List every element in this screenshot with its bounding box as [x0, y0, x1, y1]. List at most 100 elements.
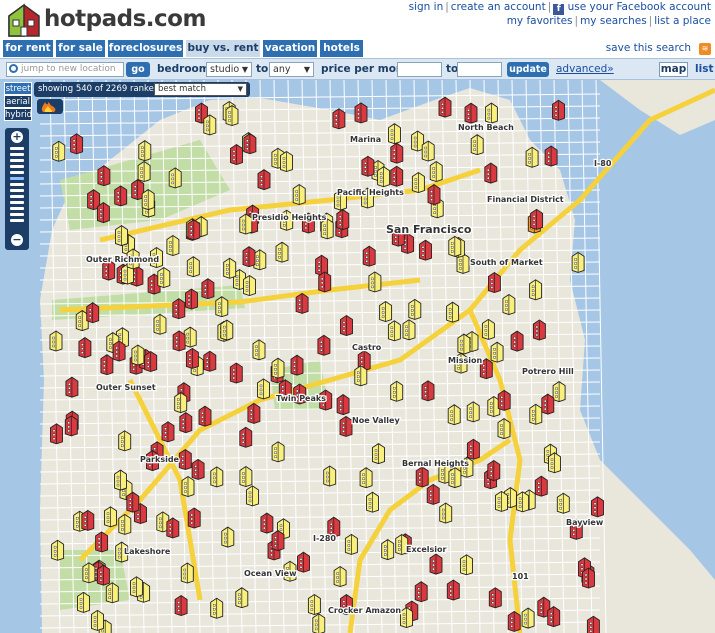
listing-marker[interactable]	[243, 274, 256, 296]
listing-marker[interactable]	[168, 167, 182, 189]
listing-marker[interactable]	[547, 606, 561, 628]
tab-for-rent[interactable]: for rent	[3, 40, 53, 57]
listing-marker[interactable]	[591, 496, 604, 518]
listing-marker[interactable]	[490, 341, 504, 363]
listing-marker[interactable]	[586, 615, 600, 633]
listing-marker[interactable]	[541, 393, 555, 415]
map-type-street[interactable]: street	[4, 82, 32, 95]
zoom-out-button[interactable]: −	[11, 234, 23, 246]
listing-marker[interactable]	[91, 609, 104, 631]
listing-marker[interactable]	[529, 279, 543, 301]
zoom-level[interactable]	[10, 171, 24, 174]
listing-marker[interactable]	[242, 246, 256, 268]
listing-marker[interactable]	[161, 421, 175, 443]
list-a-place-link[interactable]: list a place	[654, 15, 711, 27]
listing-marker[interactable]	[484, 162, 498, 184]
listing-marker[interactable]	[271, 357, 285, 379]
listing-marker[interactable]	[141, 189, 155, 211]
listing-marker[interactable]	[118, 430, 132, 452]
listing-marker[interactable]	[104, 506, 117, 528]
listing-marker[interactable]	[295, 292, 309, 314]
listing-marker[interactable]	[260, 512, 274, 534]
listing-marker[interactable]	[172, 298, 186, 320]
listing-marker[interactable]	[532, 319, 546, 341]
listing-marker[interactable]	[239, 426, 253, 448]
listing-marker[interactable]	[426, 483, 440, 505]
listing-marker[interactable]	[130, 576, 143, 598]
listing-marker[interactable]	[290, 354, 304, 376]
listing-marker[interactable]	[460, 554, 473, 576]
listing-marker[interactable]	[114, 469, 127, 491]
listing-marker[interactable]	[201, 278, 215, 300]
listing-marker[interactable]	[178, 448, 192, 470]
listing-marker[interactable]	[271, 441, 285, 463]
listing-marker[interactable]	[86, 302, 100, 324]
listing-marker[interactable]	[429, 160, 443, 182]
listing-marker[interactable]	[415, 466, 429, 488]
map-type-aerial[interactable]: aerial	[4, 95, 32, 108]
listing-marker[interactable]	[174, 392, 188, 414]
listing-marker[interactable]	[198, 405, 212, 427]
tab-hotels[interactable]: hotels	[320, 40, 363, 57]
listing-marker[interactable]	[223, 257, 237, 279]
listing-marker[interactable]	[408, 298, 422, 320]
bedrooms-max-select[interactable]: any ▼	[269, 62, 314, 77]
listing-marker[interactable]	[470, 134, 484, 156]
listing-marker[interactable]	[180, 562, 194, 584]
listing-marker[interactable]	[166, 517, 180, 539]
listing-marker[interactable]	[419, 239, 432, 261]
create-account-link[interactable]: create an account	[451, 1, 546, 13]
price-min-input[interactable]	[397, 62, 442, 77]
zoom-level[interactable]	[10, 213, 24, 216]
listing-marker[interactable]	[414, 581, 428, 603]
listing-marker[interactable]	[521, 607, 535, 629]
listing-marker[interactable]	[381, 539, 395, 561]
listing-marker[interactable]	[464, 102, 478, 124]
listing-marker[interactable]	[402, 319, 416, 341]
listing-marker[interactable]	[556, 492, 570, 514]
listing-marker[interactable]	[65, 376, 79, 398]
listing-marker[interactable]	[497, 389, 511, 411]
listing-marker[interactable]	[114, 185, 128, 207]
map-canvas[interactable]: Marina North Beach Pacific Heights Presi…	[0, 80, 715, 633]
listing-marker[interactable]	[339, 415, 353, 437]
listing-marker[interactable]	[447, 404, 461, 426]
listing-marker[interactable]	[210, 466, 224, 488]
listing-marker[interactable]	[77, 591, 90, 613]
listing-marker[interactable]	[429, 553, 443, 575]
sign-in-link[interactable]: sign in	[409, 1, 444, 13]
listing-marker[interactable]	[82, 562, 96, 584]
location-input[interactable]: jump to new location	[6, 62, 124, 77]
listing-marker[interactable]	[507, 610, 521, 632]
listing-marker[interactable]	[271, 530, 285, 552]
hot-deals-button[interactable]	[37, 99, 63, 114]
listing-marker[interactable]	[210, 597, 224, 619]
listing-marker[interactable]	[448, 467, 462, 489]
listing-marker[interactable]	[138, 140, 152, 162]
listing-marker[interactable]	[181, 475, 195, 497]
listing-marker[interactable]	[534, 475, 548, 497]
listing-marker[interactable]	[354, 102, 368, 124]
map-type-hybrid[interactable]: hybrid	[4, 108, 32, 121]
listing-marker[interactable]	[96, 202, 110, 224]
listing-marker[interactable]	[52, 140, 66, 162]
listing-marker[interactable]	[366, 491, 379, 513]
zoom-level[interactable]	[10, 219, 24, 222]
zoom-level[interactable]	[10, 183, 24, 186]
listing-marker[interactable]	[225, 104, 239, 126]
listing-marker[interactable]	[446, 579, 460, 601]
listing-marker[interactable]	[96, 564, 110, 586]
listing-marker[interactable]	[318, 271, 332, 293]
listing-marker[interactable]	[390, 165, 404, 187]
my-searches-link[interactable]: my searches	[580, 15, 647, 27]
tab-foreclosures[interactable]: foreclosures	[108, 40, 183, 57]
listing-marker[interactable]	[275, 241, 289, 263]
listing-marker[interactable]	[247, 402, 261, 424]
listing-marker[interactable]	[317, 334, 331, 356]
listing-marker[interactable]	[185, 288, 198, 310]
list-view-link[interactable]: list	[695, 62, 713, 77]
tab-vacation[interactable]: vacation	[263, 40, 317, 57]
listing-marker[interactable]	[179, 412, 193, 434]
listing-marker[interactable]	[487, 271, 501, 293]
listing-marker[interactable]	[388, 123, 401, 145]
